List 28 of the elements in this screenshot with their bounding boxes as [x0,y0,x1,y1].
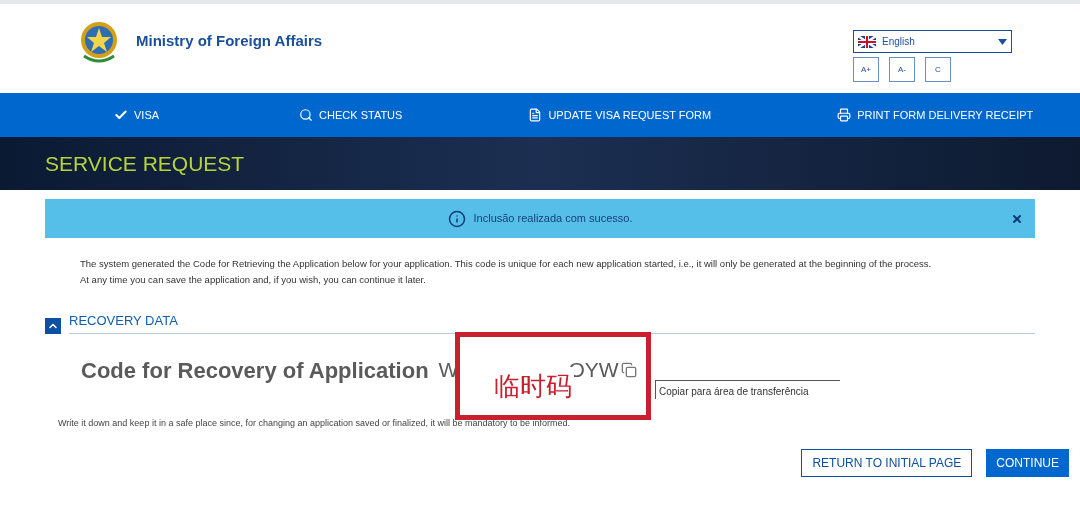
close-button[interactable] [1011,212,1023,225]
intro-paragraph: The system generated the Code for Retrieving the Application below for your application. This code is unique for each new application started, i.e., it will only be generated at the beginning of the process. At any time you can save the application and, if you wish, you can continue it later. [80,257,933,287]
nav-link[interactable]: CHECK STATUS [299,106,403,124]
font-size-button[interactable]: C [925,57,951,82]
check-icon [114,108,128,122]
code-label: Code for Recovery of Application [81,356,429,385]
info-icon [447,209,466,228]
section-title: RECOVERY DATA [69,313,178,328]
search-icon [299,108,314,122]
flag-icon [858,35,876,48]
nav-link[interactable]: UPDATE VISA REQUEST FORM [528,106,712,124]
collapse-toggle[interactable] [45,318,61,334]
page-title: SERVICE REQUEST [45,150,245,177]
continue-button[interactable]: CONTINUE [986,448,1069,477]
copy-icon[interactable] [620,362,637,378]
nav-link[interactable]: VISA [114,106,160,124]
document-icon [528,108,543,122]
nav-link[interactable]: PRINT FORM DELIVERY RECEIPT [837,106,1034,124]
alert-message: Inclusão realizada com sucesso. [473,211,633,227]
print-icon [837,108,852,122]
site-title[interactable]: Ministry of Foreign Affairs [136,30,323,53]
copy-tooltip: Copiar para área de transferência [655,380,840,399]
return-button[interactable]: RETURN TO INITIAL PAGE [801,448,973,477]
caret-icon [998,38,1007,45]
font-size-button[interactable]: A+ [853,57,879,82]
font-size-button[interactable]: A- [889,57,915,82]
note-text: Write it down and keep it in a safe place since, for changing an application saved or finalized, it will be mandatory to be informed. [58,417,572,430]
language-select[interactable]: English [853,30,1012,53]
